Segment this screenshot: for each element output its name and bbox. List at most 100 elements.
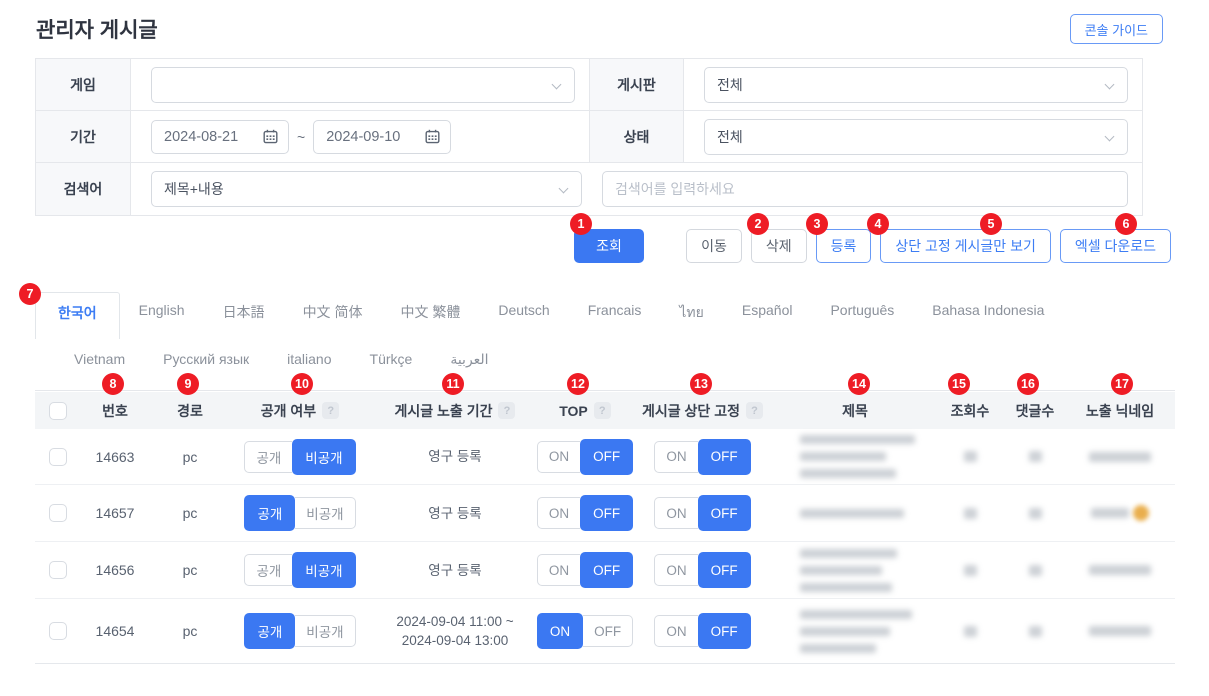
redacted-comments [1005,451,1065,462]
pinned-on-button[interactable]: ON [654,554,697,586]
visibility-public-button[interactable]: 공개 [244,441,292,473]
filter-row-3: 검색어 제목+내용 [36,163,1142,215]
pinned-off-button[interactable]: OFF [698,552,751,588]
top-on-button[interactable]: ON [537,613,583,649]
guide-badge-8: 8 [102,373,124,395]
calendar-icon[interactable] [263,129,278,144]
row-checkbox[interactable] [49,622,67,640]
top-on-button[interactable]: ON [537,554,580,586]
table-row: 14656 pc 공개 비공개 영구 등록 ON OFF ON OFF [35,542,1175,599]
help-icon[interactable]: ? [322,402,339,419]
help-icon[interactable]: ? [498,402,515,419]
post-path: pc [150,449,230,465]
tab-thai[interactable]: ไทย [660,292,722,336]
tab-chinese-simplified[interactable]: 中文 简体 [284,292,382,334]
pinned-on-button[interactable]: ON [654,441,697,473]
header-path: 경로 [150,401,230,421]
top-off-button[interactable]: OFF [580,552,633,588]
board-select[interactable]: 전체 [704,67,1128,103]
guide-badge-2: 2 [747,213,769,235]
game-select[interactable] [151,67,575,103]
register-button[interactable]: 등록 [816,229,872,263]
tab-turkish[interactable]: Türkçe [351,341,432,380]
pinned-toggle: ON OFF [654,613,750,649]
pinned-on-button[interactable]: ON [654,497,697,529]
top-off-button[interactable]: OFF [583,615,633,647]
redacted-nickname [1065,565,1175,575]
date-to-value: 2024-09-10 [326,129,400,145]
tab-japanese[interactable]: 日本語 [204,292,284,334]
visibility-private-button[interactable]: 비공개 [295,497,355,529]
page-title: 관리자 게시글 [36,14,158,44]
status-select[interactable]: 전체 [704,119,1128,155]
table-row: 14657 pc 공개 비공개 영구 등록 ON OFF ON OFF [35,485,1175,542]
calendar-icon[interactable] [425,129,440,144]
pinned-off-button[interactable]: OFF [698,495,751,531]
guide-badge-13: 13 [690,373,712,395]
tab-italian[interactable]: italiano [268,341,350,380]
tab-english[interactable]: English [120,292,204,330]
visibility-private-button[interactable]: 비공개 [292,552,355,588]
console-guide-button[interactable]: 콘솔 가이드 [1070,14,1163,44]
top-on-button[interactable]: ON [537,441,580,473]
move-button[interactable]: 이동 [686,229,742,263]
top-off-button[interactable]: OFF [580,495,633,531]
visibility-public-button[interactable]: 공개 [244,554,292,586]
tab-french[interactable]: Francais [569,292,661,330]
pinned-off-button[interactable]: OFF [698,613,751,649]
date-from-input[interactable]: 2024-08-21 [151,120,289,154]
tab-indonesian[interactable]: Bahasa Indonesia [913,292,1063,330]
guide-badge-15: 15 [948,373,970,395]
redacted-views [935,508,1005,519]
post-period: 영구 등록 [428,561,481,580]
date-to-input[interactable]: 2024-09-10 [313,120,451,154]
pinned-toggle: ON OFF [654,439,750,475]
select-all-checkbox[interactable] [49,402,67,420]
language-tabs-row-1: 한국어 English 日本語 中文 简体 中文 繁體 Deutsch Fran… [35,292,1175,339]
pinned-on-button[interactable]: ON [654,615,697,647]
pinned-only-button[interactable]: 상단 고정 게시글만 보기 [880,229,1050,263]
tab-german[interactable]: Deutsch [479,292,568,330]
tab-vietnamese[interactable]: Vietnam [55,341,144,380]
redacted-views [935,565,1005,576]
tab-portuguese[interactable]: Português [811,292,913,330]
visibility-toggle: 공개 비공개 [244,439,355,475]
table-row: 14654 pc 공개 비공개 2024-09-04 11:00 ~ 2024-… [35,599,1175,664]
visibility-private-button[interactable]: 비공개 [292,439,355,475]
status-field: 전체 [684,111,1142,162]
row-checkbox[interactable] [49,561,67,579]
visibility-toggle: 공개 비공개 [244,613,355,649]
tab-arabic[interactable]: العربية [431,341,507,380]
guide-badge-6: 6 [1115,213,1137,235]
excel-download-button[interactable]: 엑셀 다운로드 [1060,229,1171,263]
board-select-value: 전체 [717,75,743,95]
visibility-public-button[interactable]: 공개 [244,613,295,649]
row-checkbox[interactable] [49,448,67,466]
keyword-type-field: 제목+내용 [131,163,596,215]
tab-chinese-traditional[interactable]: 中文 繁體 [381,292,479,334]
keyword-input[interactable] [602,171,1128,207]
keyword-type-select[interactable]: 제목+내용 [151,171,582,207]
post-no: 14663 [80,449,150,465]
game-field [131,59,589,110]
help-icon[interactable]: ? [746,402,763,419]
guide-badge-16: 16 [1017,373,1039,395]
guide-badge-9: 9 [177,373,199,395]
redacted-comments [1005,565,1065,576]
pinned-off-button[interactable]: OFF [698,439,751,475]
tab-korean[interactable]: 한국어 [35,292,120,339]
guide-badge-17: 17 [1111,373,1133,395]
tab-russian[interactable]: Русский язык [144,341,268,380]
visibility-public-button[interactable]: 공개 [244,495,295,531]
help-icon[interactable]: ? [594,402,611,419]
posts-table: 번호 경로 공개 여부? 게시글 노출 기간? TOP? 게시글 상단 고정? … [35,392,1175,664]
top-on-button[interactable]: ON [537,497,580,529]
board-field: 전체 [684,59,1142,110]
tab-spanish[interactable]: Español [723,292,812,330]
redacted-title [775,505,935,522]
row-checkbox[interactable] [49,504,67,522]
guide-badge-12: 12 [567,373,589,395]
visibility-private-button[interactable]: 비공개 [295,615,355,647]
redacted-views [935,451,1005,462]
top-off-button[interactable]: OFF [580,439,633,475]
